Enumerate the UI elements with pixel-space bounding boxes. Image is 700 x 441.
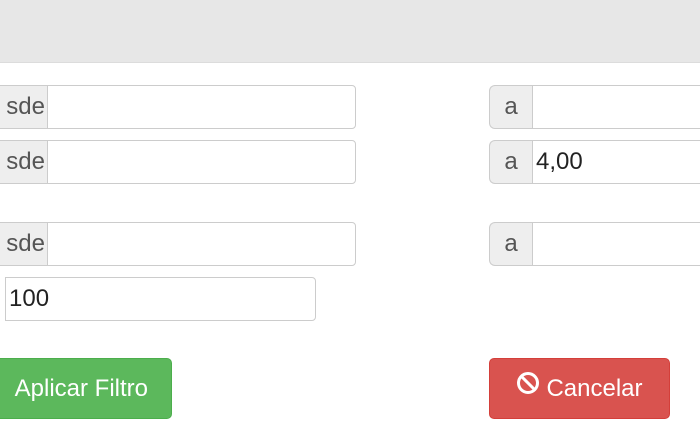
apply-filter-label: Aplicar Filtro [14, 375, 148, 402]
dialog-header [0, 0, 700, 63]
ban-icon [516, 359, 540, 417]
from-input-1[interactable] [47, 85, 356, 129]
limit-input[interactable]: 100 [5, 277, 316, 321]
to-addon-1: a [489, 85, 532, 129]
filter-dialog: sde a sde a 4,00 sde a 100 Aplicar Filtr… [0, 0, 700, 441]
to-addon-3: a [489, 222, 532, 266]
cancel-button[interactable]: Cancelar [489, 358, 670, 419]
from-input-3[interactable] [47, 222, 356, 266]
to-input-3[interactable] [532, 222, 700, 266]
from-addon-1: sde [0, 85, 47, 129]
cancel-label: Cancelar [546, 375, 643, 402]
to-addon-2: a [489, 140, 532, 184]
from-addon-3: sde [0, 222, 47, 266]
to-input-1[interactable] [532, 85, 700, 129]
from-addon-2: sde [0, 140, 47, 184]
to-input-2[interactable]: 4,00 [532, 140, 700, 184]
apply-filter-button[interactable]: Aplicar Filtro [0, 358, 172, 419]
from-input-2[interactable] [47, 140, 356, 184]
